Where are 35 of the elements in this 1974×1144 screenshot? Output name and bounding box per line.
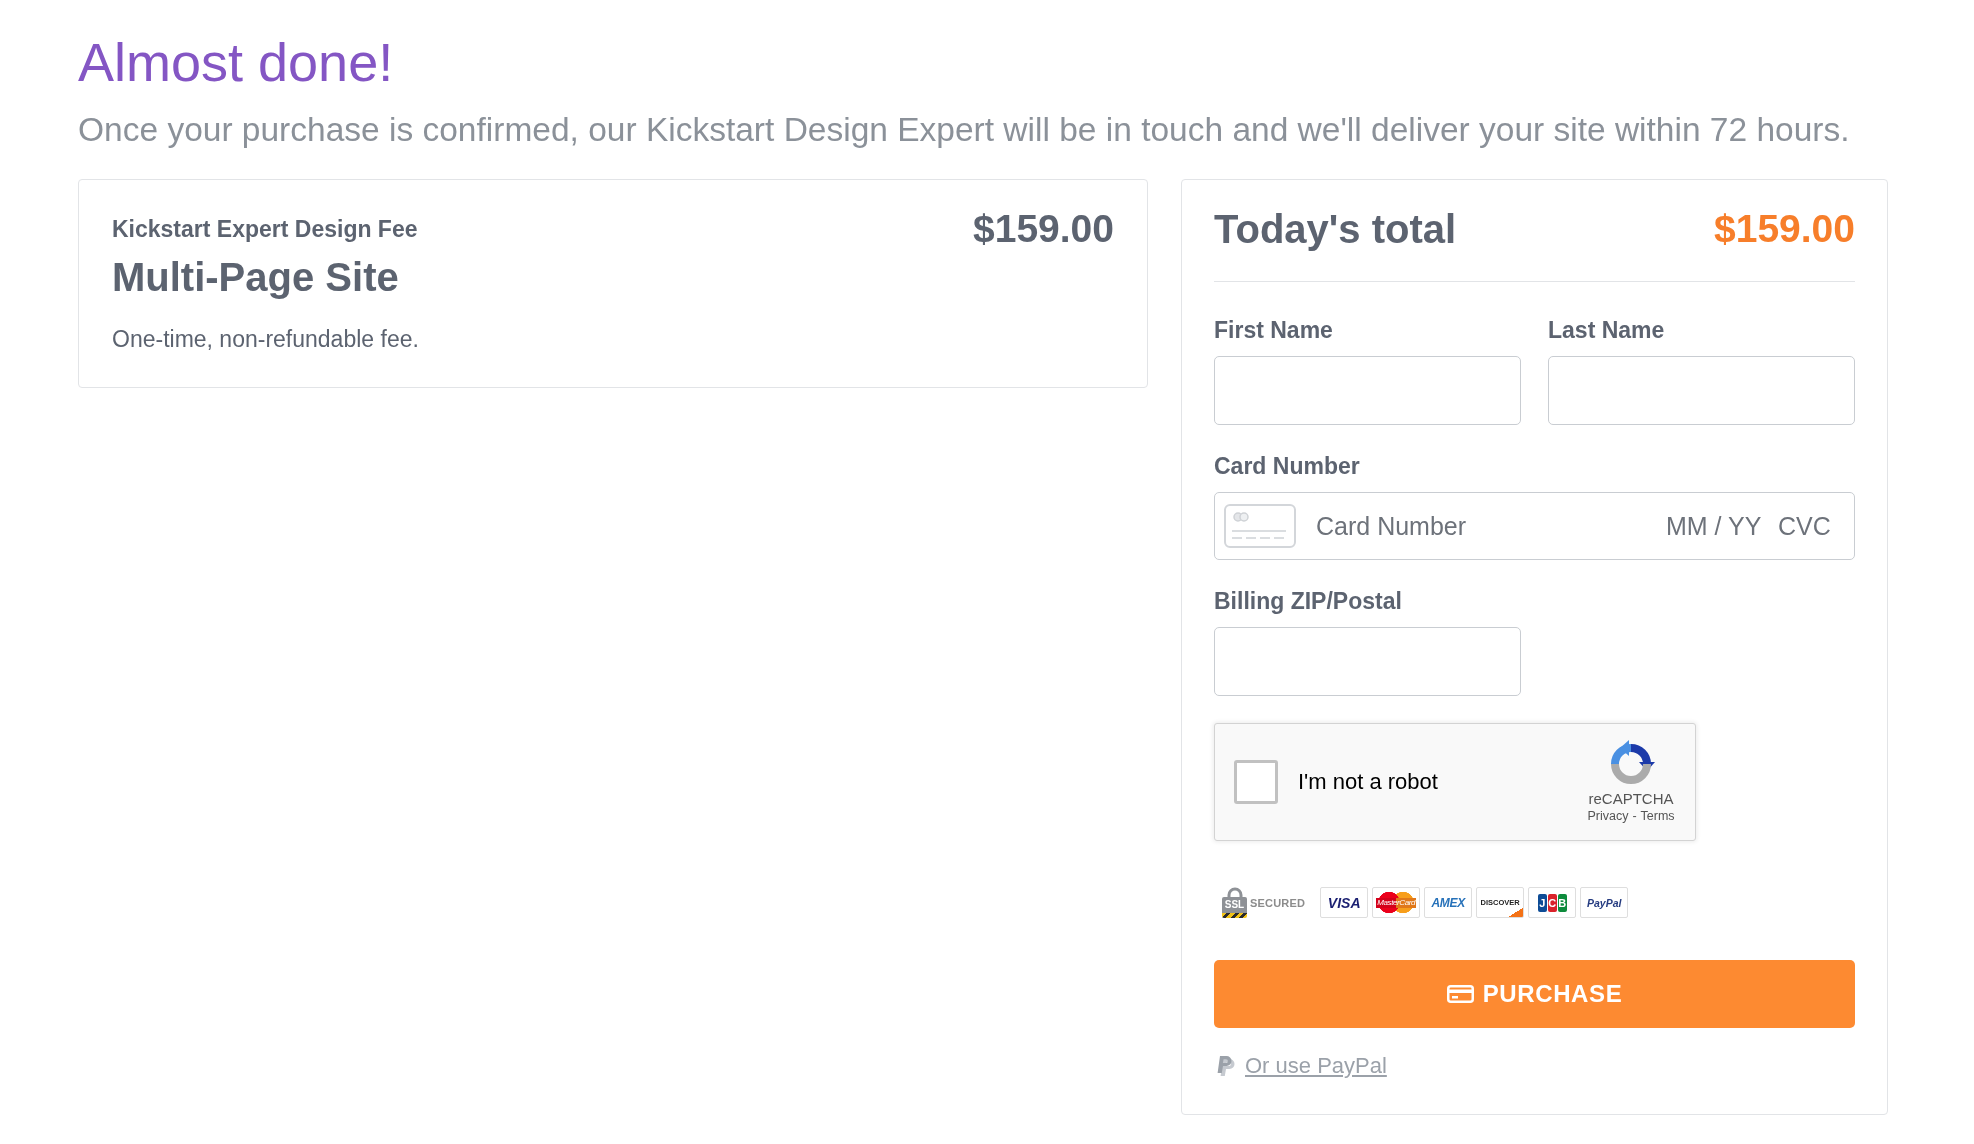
card-number-input[interactable]: Card Number bbox=[1316, 510, 1666, 542]
fee-price: $159.00 bbox=[973, 207, 1114, 251]
text-input-field[interactable] bbox=[1214, 627, 1521, 696]
text-input-field[interactable] bbox=[1548, 356, 1855, 425]
cvc-input[interactable]: CVC bbox=[1778, 510, 1834, 542]
captcha-label: I'm not a robot bbox=[1298, 769, 1439, 795]
field-label: Last Name bbox=[1548, 316, 1665, 345]
total-price: $159.00 bbox=[1714, 206, 1855, 252]
field-label: First Name bbox=[1214, 316, 1333, 345]
payment-logo: PayPal bbox=[1580, 887, 1629, 918]
expiry-input[interactable]: MM / YY bbox=[1666, 510, 1766, 542]
page-title: Almost done! bbox=[78, 31, 394, 94]
payment-logo: MasterCard bbox=[1372, 887, 1421, 918]
product-name: Multi-Page Site bbox=[112, 254, 399, 301]
secured-label: SECURED bbox=[1250, 896, 1306, 909]
credit-card-icon bbox=[1224, 504, 1296, 548]
card-input-field[interactable]: Card Number MM / YY CVC bbox=[1214, 492, 1855, 560]
captcha-brand: reCAPTCHA bbox=[1588, 790, 1674, 808]
link-separator: - bbox=[1632, 808, 1637, 824]
text-input-field[interactable] bbox=[1214, 356, 1521, 425]
credit-card-icon bbox=[1446, 985, 1474, 1003]
page-subtitle: Once your purchase is confirmed, our Kickstart Design Expert will be in touch and we'll deliver your site within 72 hours. bbox=[78, 110, 1850, 150]
payment-logo: AMEX bbox=[1424, 887, 1473, 918]
captcha-checkbox[interactable] bbox=[1234, 760, 1278, 804]
payment-logo: VISA bbox=[1320, 887, 1369, 918]
fee-note: One-time, non-refundable fee. bbox=[112, 325, 419, 354]
paypal-icon bbox=[1216, 1055, 1235, 1077]
privacy-link[interactable]: Privacy bbox=[1587, 808, 1629, 824]
terms-link[interactable]: Terms bbox=[1640, 808, 1675, 824]
total-heading: Today's total bbox=[1214, 206, 1457, 253]
field-label: Card Number bbox=[1214, 452, 1360, 481]
ssl-lock-logo: SSL bbox=[1222, 887, 1247, 918]
payment-logo: JCB bbox=[1528, 887, 1577, 918]
field-label: Billing ZIP/Postal bbox=[1214, 587, 1402, 616]
fee-category: Kickstart Expert Design Fee bbox=[112, 215, 418, 243]
